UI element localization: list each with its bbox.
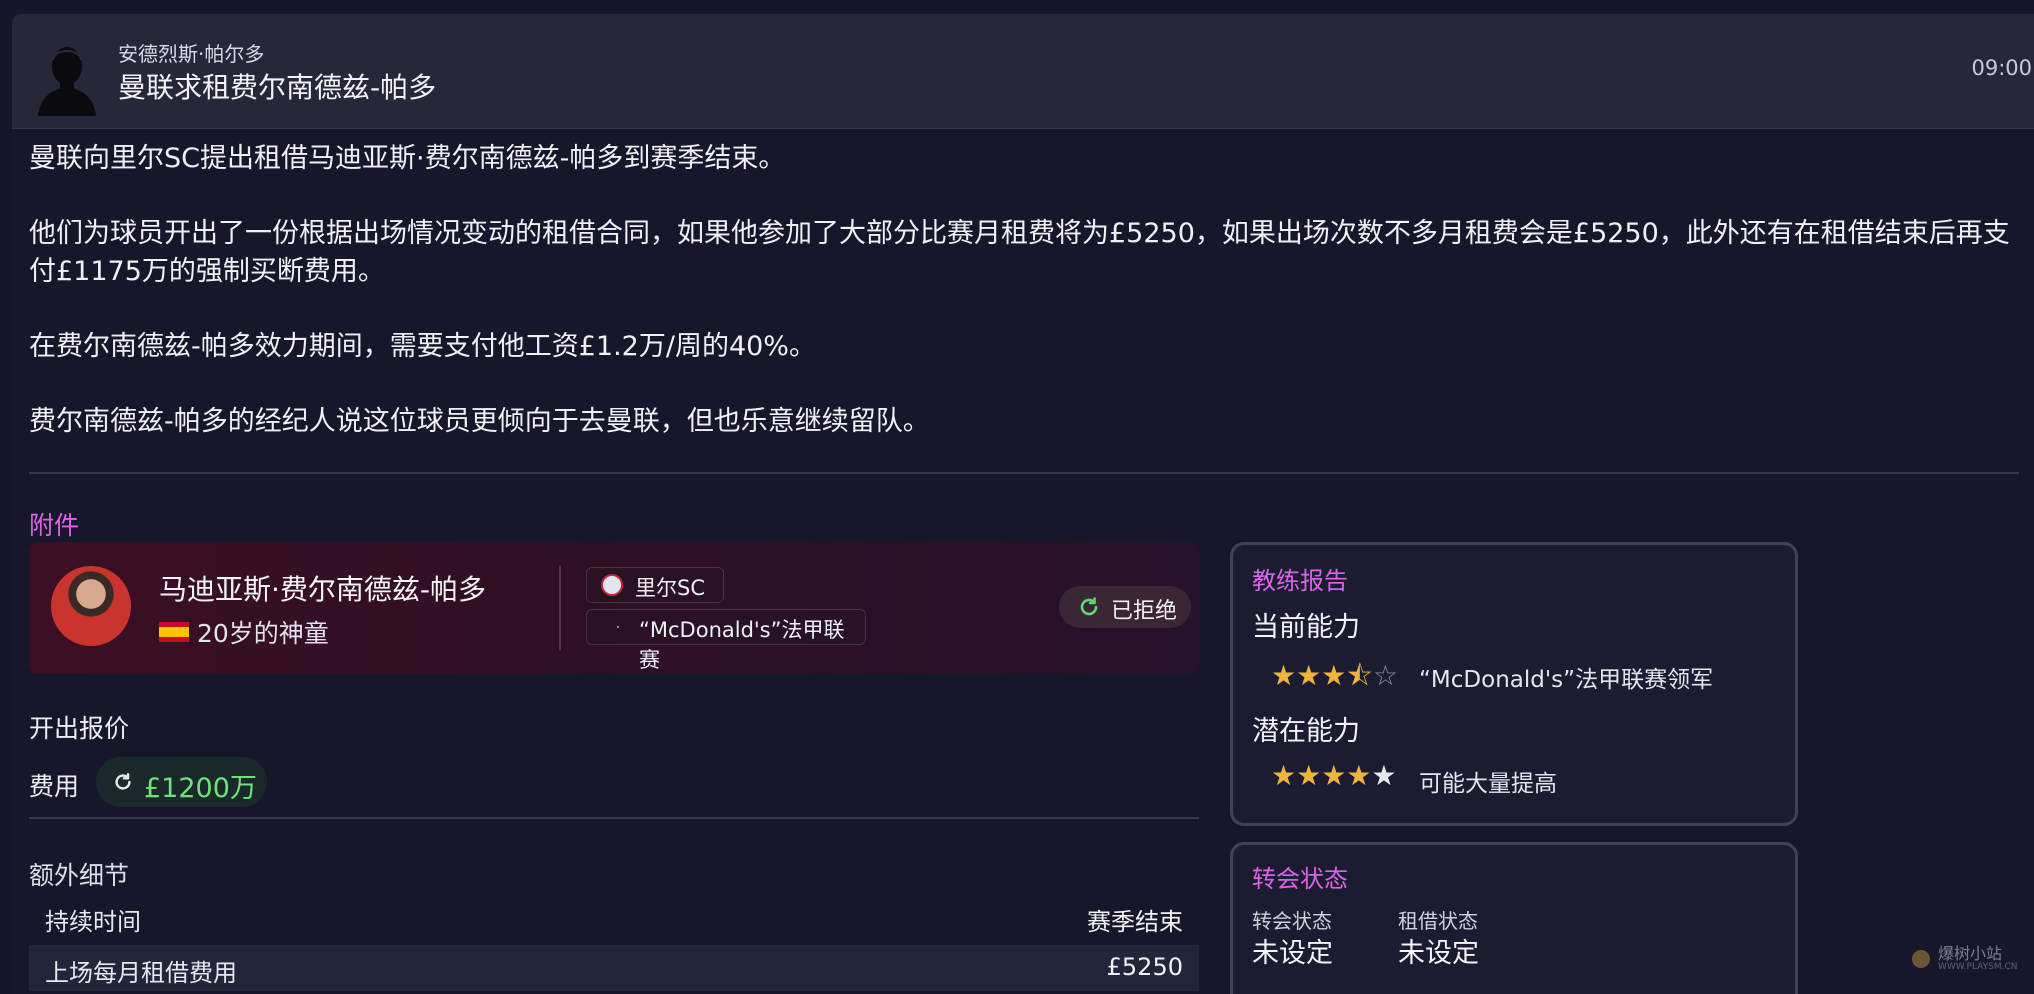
site-watermark: 爆树小站 WWW.PLAYSM.CN [1912, 938, 2034, 980]
transfer-status-value[interactable]: 未设定 [1252, 931, 1333, 970]
spain-flag-icon [159, 622, 189, 642]
offer-status-badge: 已拒绝 [1059, 586, 1191, 628]
league-name: “McDonald's”法甲联赛 [639, 618, 845, 672]
message-header: 安德烈斯·帕尔多 曼联求租费尔南德兹-帕多 09:00 [12, 14, 2034, 129]
player-name[interactable]: 马迪亚斯·费尔南德兹-帕多 [159, 568, 486, 608]
detail-key: 上场每月租借费用 [45, 959, 237, 987]
potential-ability-label: 潜在能力 [1252, 716, 1360, 747]
watermark-url: WWW.PLAYSM.CN [1938, 962, 2018, 972]
player-age-desc: 20岁的神童 [197, 619, 329, 648]
potential-ability-stars: ★★★★★ [1271, 759, 1397, 792]
attachment-label: 附件 [29, 511, 80, 540]
refresh-icon [1080, 597, 1098, 616]
sender-avatar-silhouette-icon [38, 47, 96, 116]
detail-row-duration: 持续时间 赛季结束 [29, 894, 1199, 940]
fee-value: £1200万 [144, 773, 257, 804]
league-logo-icon [617, 626, 619, 628]
section-divider [29, 817, 1199, 819]
message-subject: 曼联求租费尔南德兹-帕多 [118, 71, 437, 104]
detail-key: 持续时间 [45, 908, 141, 936]
current-ability-desc: “McDonald's”法甲联赛领军 [1419, 667, 1714, 693]
star-icon: ★★★ [1271, 659, 1347, 692]
loan-status-value[interactable]: 未设定 [1398, 931, 1479, 970]
current-ability-stars: ★★★⯪☆ [1271, 655, 1398, 703]
club-link[interactable]: 里尔SC [586, 567, 724, 603]
half-star-icon: ⯪ [1346, 659, 1373, 692]
offer-title: 开出报价 [29, 714, 130, 743]
message-body: 曼联向里尔SC提出租借马迪亚斯·费尔南德兹-帕多到赛季结束。 他们为球员开出了一… [29, 140, 2019, 478]
watermark-text: 爆树小站 [1938, 944, 2003, 963]
body-paragraph: 在费尔南德兹-帕多效力期间，需要支付他工资£1.2万/周的40%。 [29, 331, 816, 362]
offer-status-text: 已拒绝 [1111, 599, 1178, 624]
detail-row-monthly-fee: 上场每月租借费用 £5250 [29, 945, 1199, 991]
transfer-status-title: 转会状态 [1252, 865, 1348, 893]
loan-status-label: 租借状态 [1398, 909, 1478, 933]
body-paragraph: 费尔南德兹-帕多的经纪人说这位球员更倾向于去曼联，但也乐意继续留队。 [29, 406, 930, 437]
fee-label: 费用 [29, 772, 80, 801]
card-separator [559, 566, 561, 650]
detail-value: 赛季结束 [1087, 908, 1183, 936]
player-photo[interactable] [51, 566, 131, 646]
league-link[interactable]: “McDonald's”法甲联赛 [586, 609, 866, 672]
extra-details-title: 额外细节 [29, 861, 130, 890]
message-time: 09:00 [1971, 56, 2032, 80]
potential-ability-desc: 可能大量提高 [1419, 771, 1557, 797]
message-window: 安德烈斯·帕尔多 曼联求租费尔南德兹-帕多 09:00 曼联向里尔SC提出租借马… [12, 14, 2034, 994]
detail-value: £5250 [1106, 953, 1183, 981]
coach-report-title: 教练报告 [1252, 567, 1348, 595]
star-icon: ★★★★ [1271, 759, 1372, 792]
body-paragraph: 曼联向里尔SC提出租借马迪亚斯·费尔南德兹-帕多到赛季结束。 [29, 143, 786, 174]
fee-value-badge: £1200万 [96, 757, 267, 807]
transfer-status-panel: 转会状态 转会状态 未设定 租借状态 未设定 [1230, 842, 1798, 994]
current-ability-label: 当前能力 [1252, 612, 1360, 643]
body-paragraph: 他们为球员开出了一份根据出场情况变动的租借合同，如果他参加了大部分比赛月租费将为… [29, 218, 2010, 287]
coach-report-panel: 教练报告 当前能力 ★★★⯪☆ “McDonald's”法甲联赛领军 潜在能力 … [1230, 542, 1798, 826]
player-card[interactable]: 马迪亚斯·费尔南德兹-帕多 20岁的神童 里尔SC “McDonald's”法甲… [29, 542, 1199, 674]
club-name: 里尔SC [635, 576, 705, 600]
transfer-status-label: 转会状态 [1252, 909, 1332, 933]
refresh-icon [115, 773, 131, 790]
club-badge-icon [601, 574, 623, 596]
white-star-icon: ★ [1371, 759, 1397, 792]
watermark-logo-icon [1912, 950, 1930, 968]
sender-name: 安德烈斯·帕尔多 [118, 42, 265, 66]
section-divider [29, 472, 2019, 474]
empty-star-icon: ☆ [1372, 659, 1398, 692]
